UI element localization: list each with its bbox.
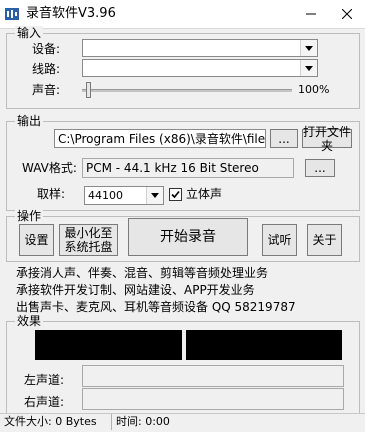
sample-rate-value: 44100 <box>88 189 123 202</box>
info-line-2: 承接软件开发订制、网站建设、APP开发业务 <box>16 283 255 297</box>
right-channel-meter <box>82 388 344 410</box>
line-select[interactable] <box>82 59 318 77</box>
sample-rate-dropdown-button[interactable] <box>146 187 163 204</box>
device-label: 设备: <box>32 42 61 56</box>
sample-rate-label: 取样: <box>37 187 66 201</box>
info-line-3: 出售声卡、麦克风、耳机等音频设备 QQ 58219787 <box>16 300 296 314</box>
left-channel-label: 左声道: <box>24 373 65 387</box>
minimize-to-tray-label-line2: 系统托盘 <box>64 240 113 254</box>
window-title: 录音软件V3.96 <box>26 6 116 21</box>
settings-button[interactable]: 设置 <box>19 224 54 256</box>
minimize-icon <box>306 13 316 15</box>
effect-group-title: 效果 <box>15 314 44 328</box>
volume-slider[interactable] <box>82 82 292 98</box>
left-channel-meter <box>82 365 344 387</box>
device-select[interactable] <box>82 39 318 57</box>
output-group-title: 输出 <box>15 114 44 128</box>
minimize-to-tray-label-line1: 最小化至 <box>64 226 113 240</box>
minimize-to-tray-button[interactable]: 最小化至 系统托盘 <box>59 224 118 256</box>
line-label: 线路: <box>32 62 61 76</box>
about-button[interactable]: 关于 <box>307 224 342 256</box>
wav-format-button[interactable]: ... <box>305 159 335 177</box>
browse-path-button[interactable]: ... <box>270 129 298 148</box>
volume-slider-track <box>82 89 292 92</box>
time-status: 时间: 0:00 <box>116 415 170 428</box>
minimize-button[interactable] <box>293 0 329 28</box>
title-bar: 录音软件V3.96 <box>0 0 365 29</box>
app-icon <box>5 8 19 20</box>
file-size-status: 文件大小: 0 Bytes <box>0 414 112 430</box>
close-icon <box>342 9 352 19</box>
device-dropdown-button[interactable] <box>300 40 317 56</box>
volume-slider-thumb[interactable] <box>86 82 91 98</box>
stereo-label: 立体声 <box>186 187 223 201</box>
right-spectrum-display <box>186 330 342 360</box>
stereo-checkbox[interactable] <box>169 188 182 201</box>
checkmark-icon <box>171 190 180 199</box>
info-line-1: 承接消人声、伴奏、混音、剪辑等音频处理业务 <box>16 266 269 280</box>
output-path-field[interactable]: C:\Program Files (x86)\录音软件\file\录音 <box>54 129 266 148</box>
volume-percent: 100% <box>298 83 330 96</box>
chevron-down-icon <box>305 45 313 51</box>
volume-label: 声音: <box>32 83 61 97</box>
right-channel-label: 右声道: <box>24 395 65 409</box>
preview-button[interactable]: 试听 <box>262 224 297 256</box>
chevron-down-icon <box>151 193 159 198</box>
wav-format-field: PCM - 44.1 kHz 16 Bit Stereo <box>82 158 294 178</box>
open-folder-button[interactable]: 打开文件夹 <box>302 125 352 153</box>
start-recording-button[interactable]: 开始录音 <box>128 218 248 256</box>
input-group-title: 输入 <box>15 26 44 40</box>
wav-format-label: WAV格式: <box>22 161 77 175</box>
line-dropdown-button[interactable] <box>300 60 317 76</box>
sample-rate-select[interactable]: 44100 <box>84 186 164 205</box>
chevron-down-icon <box>305 65 313 71</box>
operation-group-title: 操作 <box>15 209 44 223</box>
left-spectrum-display <box>35 330 182 360</box>
close-button[interactable] <box>329 0 365 28</box>
